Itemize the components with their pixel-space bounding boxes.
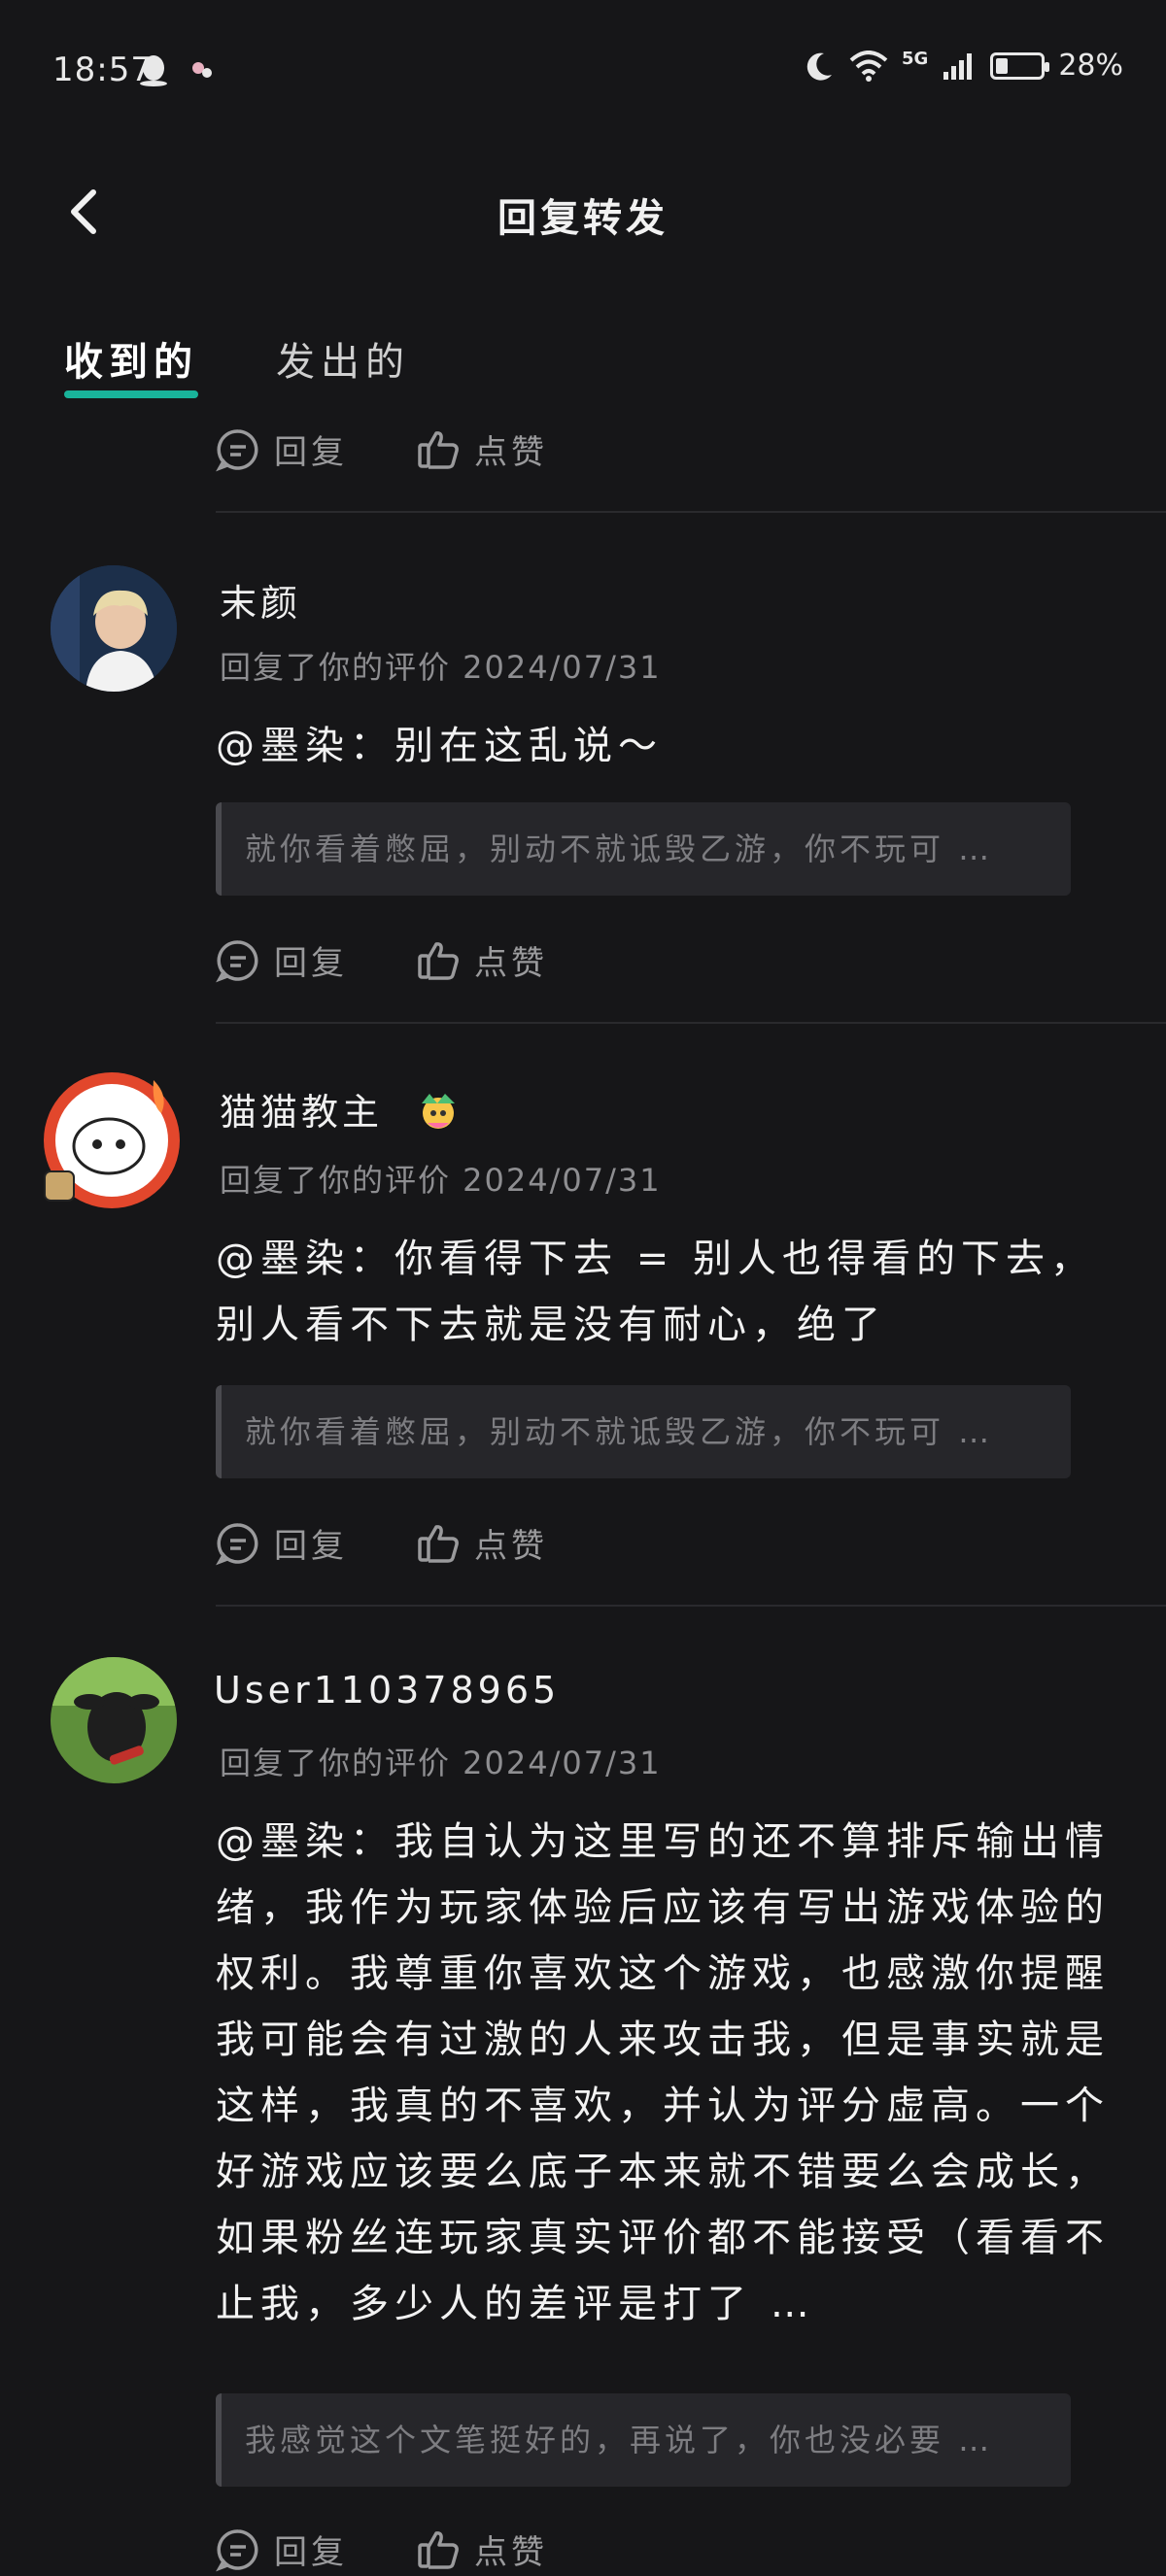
quoted-review[interactable]: 我感觉这个文笔挺好的，再说了，你也没必要 …: [216, 2393, 1071, 2487]
battery-icon: [990, 51, 1050, 80]
action-row: 回复 点赞: [216, 936, 548, 984]
username: 猫猫教主: [220, 1091, 384, 1134]
quoted-review[interactable]: 就你看着憋屈，别动不就诋毁乙游，你不玩可 …: [216, 802, 1071, 896]
avatar[interactable]: [51, 1657, 177, 1783]
comment-icon: [216, 2528, 258, 2571]
thumbs-up-icon: [418, 430, 459, 469]
comment-icon: [216, 428, 258, 471]
reply-label: 回复: [274, 944, 348, 983]
comment-icon: [216, 939, 258, 982]
divider: [216, 1022, 1166, 1024]
reply-meta: 回复了你的评价 2024/07/31: [220, 1162, 662, 1199]
reply-button[interactable]: 回复: [216, 936, 348, 984]
reply-text[interactable]: @墨染：别在这乱说～: [216, 713, 1119, 779]
reply-button[interactable]: 回复: [216, 425, 348, 473]
app-notification-icon: [192, 62, 212, 78]
like-label: 点赞: [474, 433, 548, 472]
like-button[interactable]: 点赞: [416, 2525, 548, 2573]
avatar-image: [51, 1657, 177, 1783]
like-button[interactable]: 点赞: [416, 936, 548, 984]
signal-icon: [943, 52, 973, 80]
tab-received[interactable]: 收到的: [64, 330, 198, 404]
header: 回复转发: [0, 155, 1166, 272]
like-label: 点赞: [474, 2533, 548, 2572]
network-type: 5G: [902, 49, 929, 69]
comment-icon: [216, 1522, 258, 1565]
action-row: 回复 点赞: [216, 1519, 548, 1567]
like-button[interactable]: 点赞: [416, 1519, 548, 1567]
reply-button[interactable]: 回复: [216, 2525, 348, 2573]
reply-meta: 回复了你的评价 2024/07/31: [220, 649, 662, 686]
tab-bar: 收到的 发出的: [64, 330, 410, 404]
moon-icon: [806, 52, 832, 81]
reply-label: 回复: [274, 1527, 348, 1566]
username[interactable]: 末颜: [220, 573, 301, 627]
like-button[interactable]: 点赞: [416, 425, 548, 473]
divider: [216, 1605, 1166, 1607]
thumbs-up-icon: [418, 1524, 459, 1563]
qq-penguin-icon: [140, 55, 167, 86]
thumbs-up-icon: [418, 941, 459, 980]
reply-button[interactable]: 回复: [216, 1519, 348, 1567]
page-title: 回复转发: [497, 196, 669, 241]
avatar[interactable]: [39, 1067, 185, 1212]
tab-sent[interactable]: 发出的: [276, 330, 410, 404]
avatar-image: [51, 565, 177, 692]
reply-label: 回复: [274, 2533, 348, 2572]
username-group[interactable]: 猫猫教主: [220, 1082, 463, 1135]
reply-text[interactable]: @墨染：我自认为这里写的还不算排斥输出情绪，我作为玩家体验后应该有写出游戏体验的…: [216, 1809, 1119, 2337]
status-bar: 18:57 5G 28%: [0, 0, 1166, 146]
battery-percent: 28%: [1058, 49, 1123, 83]
avatar[interactable]: [51, 565, 177, 692]
reply-text[interactable]: @墨染：你看得下去 = 别人也得看的下去，别人看不下去就是没有耐心，绝了: [216, 1226, 1119, 1358]
avatar-image: [44, 1072, 180, 1208]
wifi-icon: [849, 50, 888, 82]
battery-level: [996, 57, 1009, 74]
status-left-icons: [136, 52, 216, 87]
action-row: 回复 点赞: [216, 2525, 548, 2573]
thumbs-up-icon: [418, 2530, 459, 2569]
action-row-top: 回复 点赞: [216, 425, 548, 473]
like-label: 点赞: [474, 944, 548, 983]
username[interactable]: User110378965: [214, 1669, 560, 1712]
reply-label: 回复: [274, 433, 348, 472]
reply-meta: 回复了你的评价 2024/07/31: [220, 1745, 662, 1781]
quoted-review[interactable]: 就你看着憋屈，别动不就诋毁乙游，你不玩可 …: [216, 1385, 1071, 1478]
status-right: 5G 28%: [803, 49, 1123, 83]
user-badge-icon: [422, 1094, 456, 1129]
divider: [216, 511, 1166, 513]
like-label: 点赞: [474, 1527, 548, 1566]
